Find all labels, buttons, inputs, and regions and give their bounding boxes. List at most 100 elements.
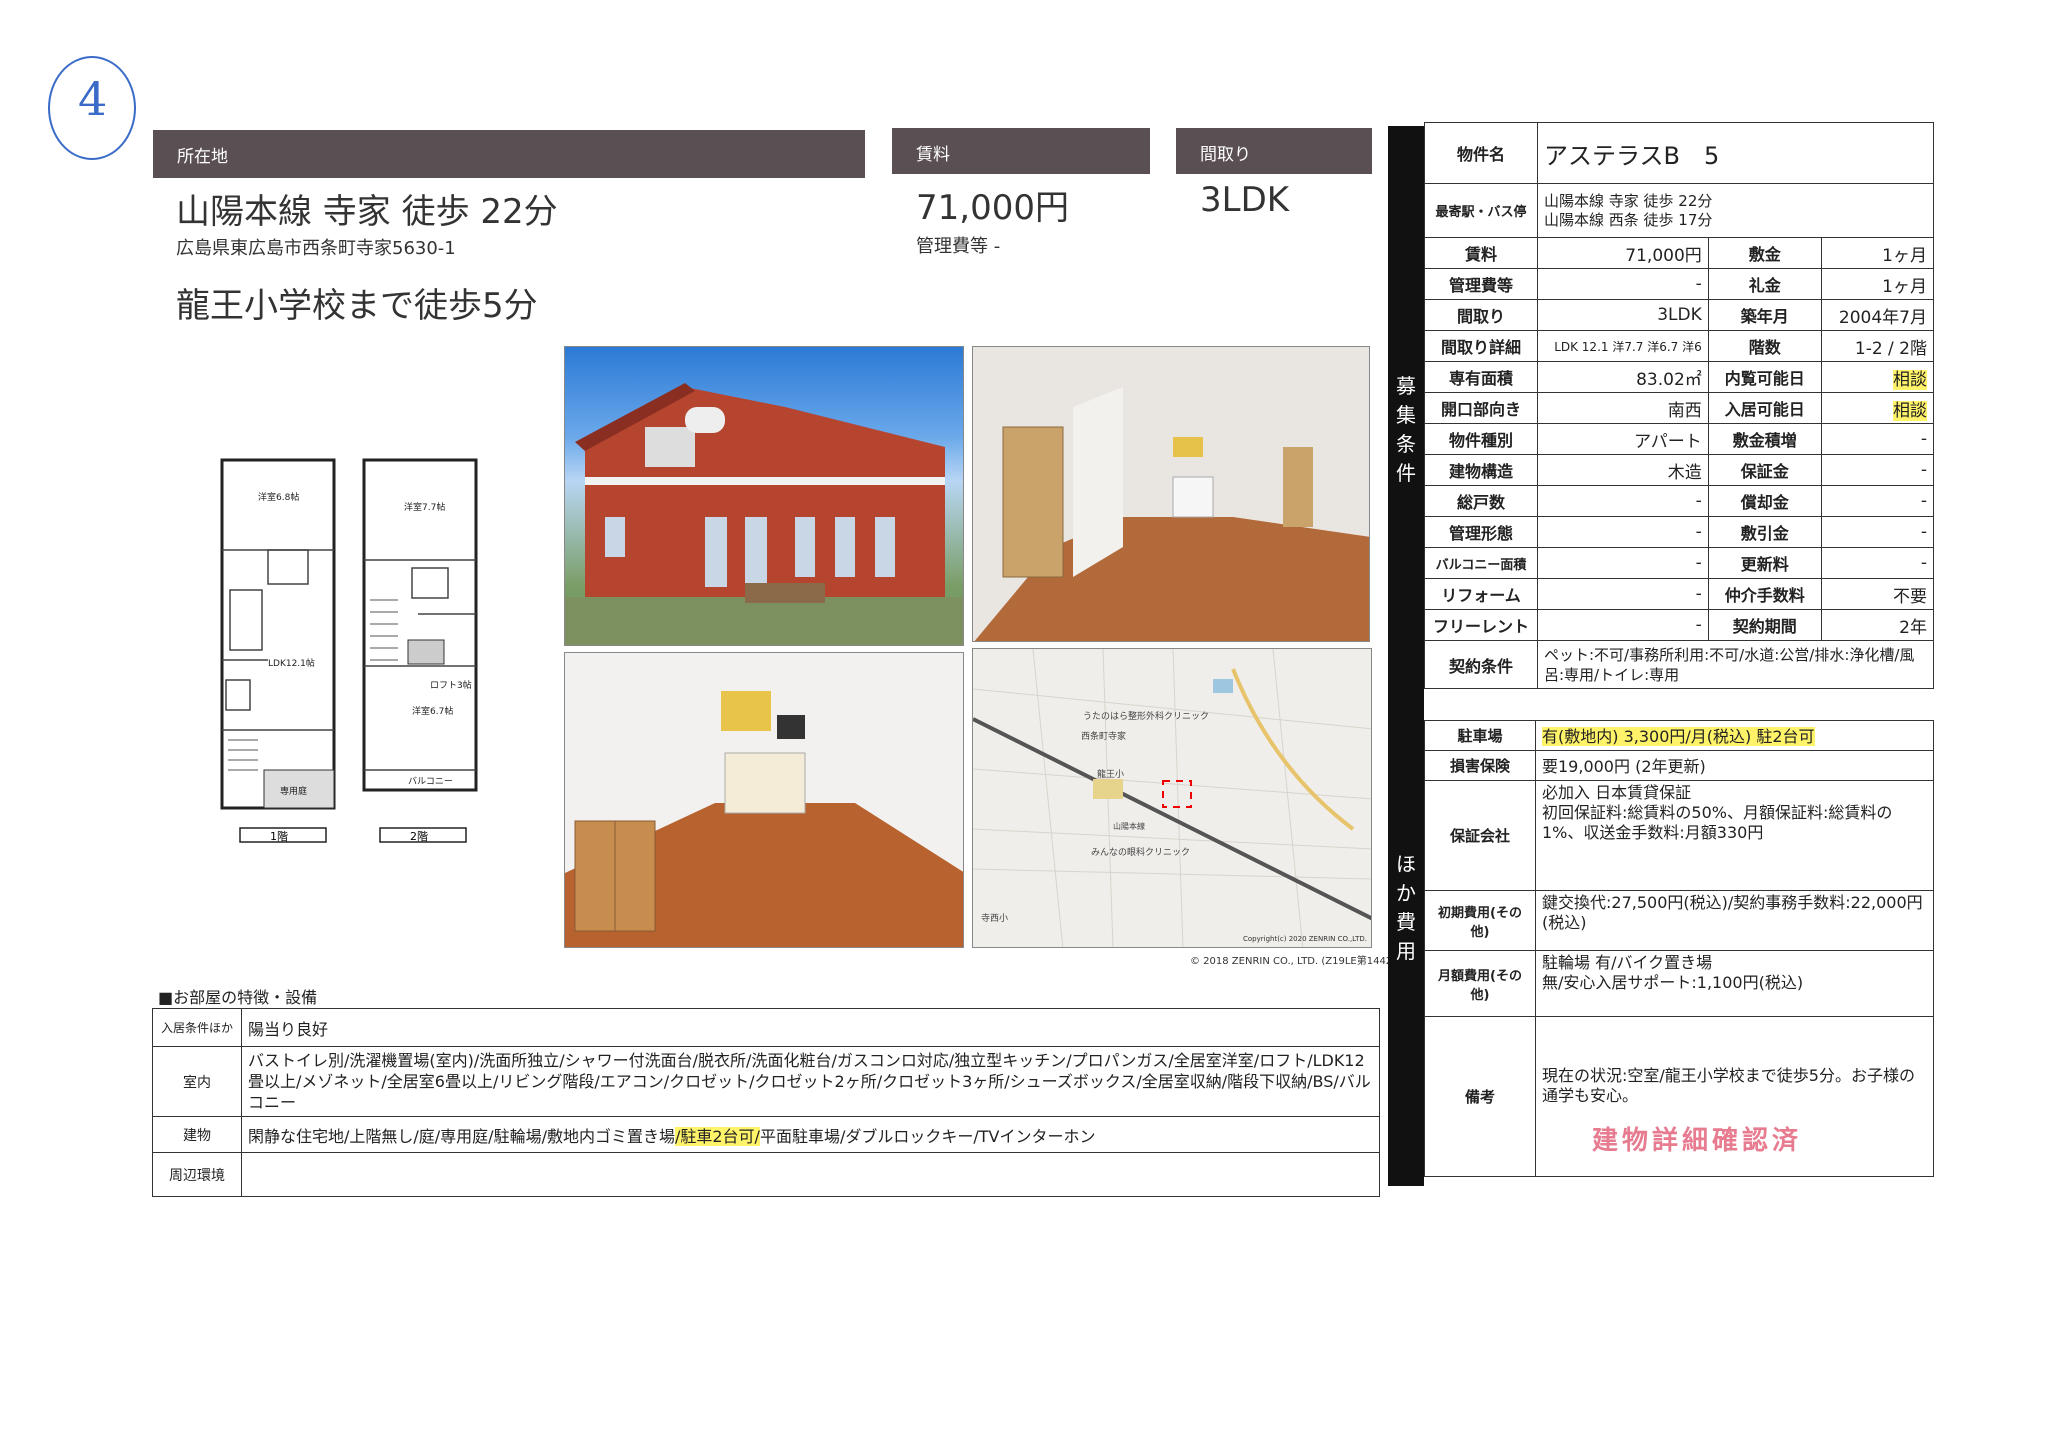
sidebar-conditions: 募集条件 (1388, 126, 1424, 726)
condition-value: 1ヶ月 (1820, 268, 1935, 300)
floor1-label: 1階 (270, 829, 288, 843)
condition-label: 管理費等 (1424, 268, 1538, 300)
feature-label: 建物 (152, 1116, 242, 1153)
condition-value: - (1820, 423, 1935, 455)
condition-label: 賃料 (1424, 237, 1538, 269)
room-label: LDK12.1帖 (268, 657, 315, 669)
map: うたのはら整形外科クリニック 西条町寺家 龍王小 みんなの眼科クリニック 寺西小… (972, 648, 1372, 948)
feature-value: 閑静な住宅地/上階無し/庭/専用庭/駐輪場/敷地内ゴミ置き場/駐車2台可/平面駐… (241, 1116, 1380, 1153)
features-title: ■お部屋の特徴・設備 (158, 988, 318, 1007)
condition-row: 建物構造 木造 保証金 - (1424, 454, 1935, 486)
insurance-value: 要19,000円 (2年更新) (1535, 750, 1934, 781)
map-label: 龍王小 (1097, 770, 1125, 780)
parking-value: 有(敷地内) 3,300円/月(税込) 駐2台可 (1542, 727, 1815, 746)
cost-table: 駐車場 有(敷地内) 3,300円/月(税込) 駐2台可 損害保険 要19,00… (1424, 720, 1934, 1177)
initial-cost-value: 鍵交換代:27,500円(税込)/契約事務手数料:22,000円(税込) (1535, 890, 1934, 951)
condition-value: - (1820, 516, 1935, 548)
notes-label: 備考 (1424, 1016, 1536, 1177)
stamp: 建物詳細確認済 (1592, 1126, 1803, 1156)
condition-row: リフォーム - 仲介手数料 不要 (1424, 578, 1935, 610)
condition-value: LDK 12.1 洋7.7 洋6.7 洋6 (1537, 330, 1709, 362)
condition-label: 管理形態 (1424, 516, 1538, 548)
map-label: 寺西小 (981, 914, 1009, 924)
condition-value: 3LDK (1537, 299, 1709, 331)
condition-value: - (1820, 454, 1935, 486)
condition-value: アパート (1537, 423, 1709, 455)
floor2-label: 2階 (410, 829, 428, 843)
condition-label: 敷金 (1707, 237, 1822, 269)
condition-value: 2004年7月 (1820, 299, 1935, 331)
condition-value: 南西 (1537, 392, 1709, 424)
floor-plan: 洋室6.8帖 LDK12.1帖 洋室7.7帖 ロフト3帖 洋室6.7帖 バルコニ… (220, 458, 478, 843)
condition-label: 階数 (1707, 330, 1822, 362)
feature-building-highlight: /駐車2台可/ (674, 1126, 760, 1146)
condition-row: 総戸数 - 償却金 - (1424, 485, 1935, 517)
condition-row: 間取り詳細 LDK 12.1 洋7.7 洋6.7 洋6 階数 1-2 / 2階 (1424, 330, 1935, 362)
interior-photo-1 (972, 346, 1370, 642)
condition-label: バルコニー面積 (1424, 547, 1538, 579)
condition-label: 敷引金 (1707, 516, 1822, 548)
map-copyright-caption: © 2018 ZENRIN CO., LTD. (Z19LE第1442号) (1190, 956, 1407, 967)
feature-label: 入居条件ほか (152, 1008, 242, 1047)
condition-value: - (1537, 485, 1709, 517)
feature-value (241, 1152, 1380, 1197)
room-label: 洋室7.7帖 (404, 501, 445, 513)
layout-header: 間取り (1176, 128, 1372, 174)
notes-value: 現在の状況:空室/龍王小学校まで徒歩5分。お子様の通学も安心。 (1542, 1066, 1915, 1105)
room-label: バルコニー (408, 776, 453, 787)
condition-label: 仲介手数料 (1707, 578, 1822, 610)
guarantee-value: 必加入 日本賃貸保証 初回保証料:総賃料の50%、月額保証料:総賃料の1%、収送… (1535, 780, 1934, 891)
condition-value: - (1820, 485, 1935, 517)
condition-label: 物件種別 (1424, 423, 1538, 455)
layout-value: 3LDK (1200, 180, 1290, 220)
features-table: 入居条件ほか 陽当り良好 室内 バストイレ別/洗濯機置場(室内)/洗面所独立/シ… (152, 1008, 1380, 1197)
parking-cell: 有(敷地内) 3,300円/月(税込) 駐2台可 (1535, 720, 1934, 751)
condition-label: 築年月 (1707, 299, 1822, 331)
condition-value: 木造 (1537, 454, 1709, 486)
room-label: 洋室6.8帖 (258, 491, 299, 503)
condition-row: 開口部向き 南西 入居可能日 相談 (1424, 392, 1935, 424)
condition-value: 1ヶ月 (1820, 237, 1935, 269)
feature-value: バストイレ別/洗濯機置場(室内)/洗面所独立/シャワー付洗面台/脱衣所/洗面化粧… (241, 1046, 1380, 1117)
insurance-label: 損害保険 (1424, 750, 1536, 781)
location-address: 広島県東広島市西条町寺家5630-1 (176, 238, 456, 259)
contract-conditions: ペット:不可/事務所利用:不可/水道:公営/排水:浄化槽/風呂:専用/トイレ:専… (1537, 640, 1934, 689)
highlighted-value: 相談 (1893, 400, 1927, 421)
condition-label: 更新料 (1707, 547, 1822, 579)
condition-label: 開口部向き (1424, 392, 1538, 424)
rent-header: 賃料 (892, 128, 1150, 174)
interior-photo-2 (564, 652, 964, 948)
guarantee-label: 保証会社 (1424, 780, 1536, 891)
property-table: 物件名 アステラスB 5 最寄駅・バス停 山陽本線 寺家 徒歩 22分 山陽本線… (1424, 122, 1935, 689)
station-2: 山陽本線 西条 徒歩 17分 (1544, 210, 1713, 229)
condition-label: 契約期間 (1707, 609, 1822, 641)
condition-row: 物件種別 アパート 敷金積増 - (1424, 423, 1935, 455)
feature-building-a: 閑静な住宅地/上階無し/庭/専用庭/駐輪場/敷地内ゴミ置き場 (248, 1126, 675, 1146)
location-station: 山陽本線 寺家 徒歩 22分 (176, 192, 558, 232)
station-1: 山陽本線 寺家 徒歩 22分 (1544, 191, 1713, 210)
management-fee: 管理費等 - (916, 236, 1001, 257)
condition-row: 管理形態 - 敷引金 - (1424, 516, 1935, 548)
feature-value: 陽当り良好 (241, 1008, 1380, 1047)
monthly-cost-label: 月額費用(その他) (1424, 950, 1536, 1017)
handwritten-number: 4 (78, 72, 108, 126)
property-name: アステラスB 5 (1537, 122, 1934, 184)
school-distance: 龍王小学校まで徒歩5分 (176, 286, 538, 326)
feature-label: 周辺環境 (152, 1152, 242, 1197)
room-label: 専用庭 (280, 785, 307, 797)
notes-cell: 現在の状況:空室/龍王小学校まで徒歩5分。お子様の通学も安心。 建物詳細確認済 (1535, 1016, 1934, 1177)
map-label: 西条町寺家 (1081, 732, 1127, 742)
condition-label: 償却金 (1707, 485, 1822, 517)
condition-row: バルコニー面積 - 更新料 - (1424, 547, 1935, 579)
condition-label: 建物構造 (1424, 454, 1538, 486)
condition-value: - (1537, 547, 1709, 579)
feature-building-b: 平面駐車場/ダブルロックキー/TVインターホン (759, 1126, 1096, 1146)
property-name-label: 物件名 (1424, 122, 1538, 184)
map-copyright: Copyright(c) 2020 ZENRIN CO.,LTD. (1242, 935, 1367, 943)
room-label: ロフト3帖 (430, 679, 472, 691)
condition-label: フリーレント (1424, 609, 1538, 641)
condition-row: 管理費等 - 礼金 1ヶ月 (1424, 268, 1935, 300)
parking-label: 駐車場 (1424, 720, 1536, 751)
condition-label: 敷金積増 (1707, 423, 1822, 455)
highlighted-value: 相談 (1893, 369, 1927, 390)
